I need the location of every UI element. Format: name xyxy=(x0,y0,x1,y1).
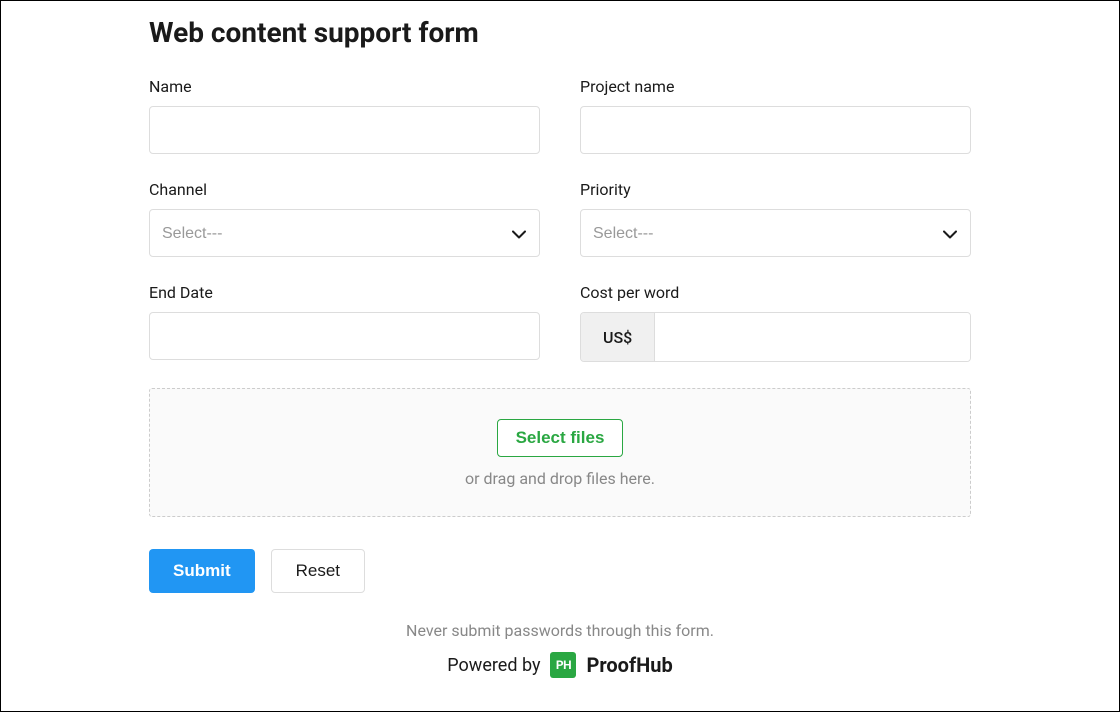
proofhub-brand-name: ProofHub xyxy=(586,653,672,677)
priority-group: Priority Select--- xyxy=(580,180,971,257)
channel-select-wrapper: Select--- xyxy=(149,209,540,257)
button-row: Submit Reset xyxy=(149,549,971,593)
end-date-input[interactable] xyxy=(149,312,540,360)
currency-input-group: US$ xyxy=(580,312,971,362)
form-row-3: End Date Cost per word US$ xyxy=(149,283,971,362)
channel-select[interactable]: Select--- xyxy=(149,209,540,257)
cost-per-word-group: Cost per word US$ xyxy=(580,283,971,362)
project-name-label: Project name xyxy=(580,77,971,96)
end-date-group: End Date xyxy=(149,283,540,362)
powered-by-text: Powered by xyxy=(447,655,540,676)
form-row-2: Channel Select--- Priority Select--- xyxy=(149,180,971,257)
form-row-1: Name Project name xyxy=(149,77,971,154)
channel-group: Channel Select--- xyxy=(149,180,540,257)
form-container: Web content support form Name Project na… xyxy=(1,1,1119,678)
reset-button[interactable]: Reset xyxy=(271,549,365,593)
priority-select[interactable]: Select--- xyxy=(580,209,971,257)
proofhub-logo-icon: PH xyxy=(550,652,576,678)
form-title: Web content support form xyxy=(149,16,971,49)
file-upload-area[interactable]: Select files or drag and drop files here… xyxy=(149,388,971,517)
cost-per-word-label: Cost per word xyxy=(580,283,971,302)
drag-drop-hint: or drag and drop files here. xyxy=(170,469,950,488)
submit-button[interactable]: Submit xyxy=(149,549,255,593)
name-group: Name xyxy=(149,77,540,154)
priority-select-wrapper: Select--- xyxy=(580,209,971,257)
end-date-label: End Date xyxy=(149,283,540,302)
cost-per-word-input[interactable] xyxy=(655,313,970,361)
powered-by: Powered by PH ProofHub xyxy=(149,652,971,678)
currency-prefix: US$ xyxy=(581,313,655,361)
name-label: Name xyxy=(149,77,540,96)
channel-label: Channel xyxy=(149,180,540,199)
footer-notice: Never submit passwords through this form… xyxy=(149,621,971,640)
select-files-button[interactable]: Select files xyxy=(497,419,624,457)
name-input[interactable] xyxy=(149,106,540,154)
project-name-input[interactable] xyxy=(580,106,971,154)
priority-label: Priority xyxy=(580,180,971,199)
project-name-group: Project name xyxy=(580,77,971,154)
